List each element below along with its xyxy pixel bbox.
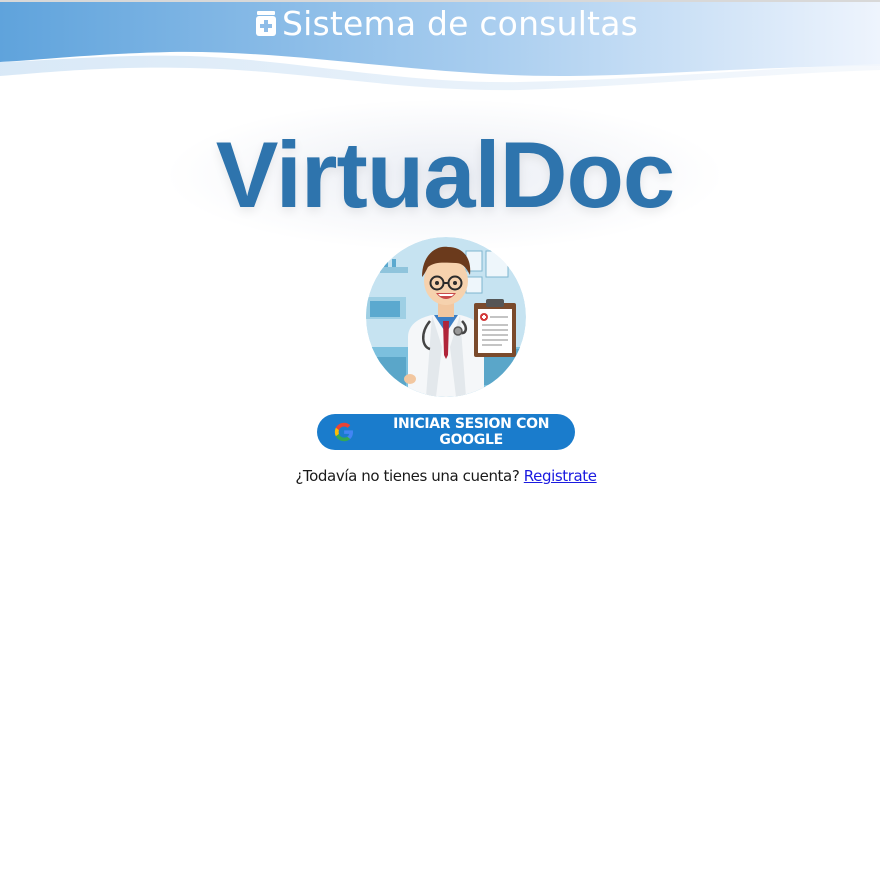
- register-prompt-text: ¿Todavía no tienes una cuenta?: [295, 467, 520, 485]
- medical-kit-icon: [255, 10, 276, 36]
- header-title: Sistema de consultas: [0, 4, 880, 43]
- brand-section: VirtualDoc: [160, 90, 730, 260]
- register-link[interactable]: Registrate: [524, 467, 597, 485]
- header-banner: Sistema de consultas: [0, 0, 880, 100]
- header-title-text: Sistema de consultas: [281, 4, 639, 43]
- register-prompt: ¿Todavía no tienes una cuenta? Registrat…: [0, 467, 880, 485]
- brand-title: VirtualDoc: [215, 122, 675, 227]
- doctor-avatar: [366, 237, 526, 397]
- google-login-button[interactable]: INICIAR SESION CON GOOGLE: [317, 414, 575, 450]
- google-login-label: INICIAR SESION CON GOOGLE: [393, 416, 550, 448]
- doctor-illustration-icon: [366, 237, 526, 397]
- google-icon: [334, 422, 354, 442]
